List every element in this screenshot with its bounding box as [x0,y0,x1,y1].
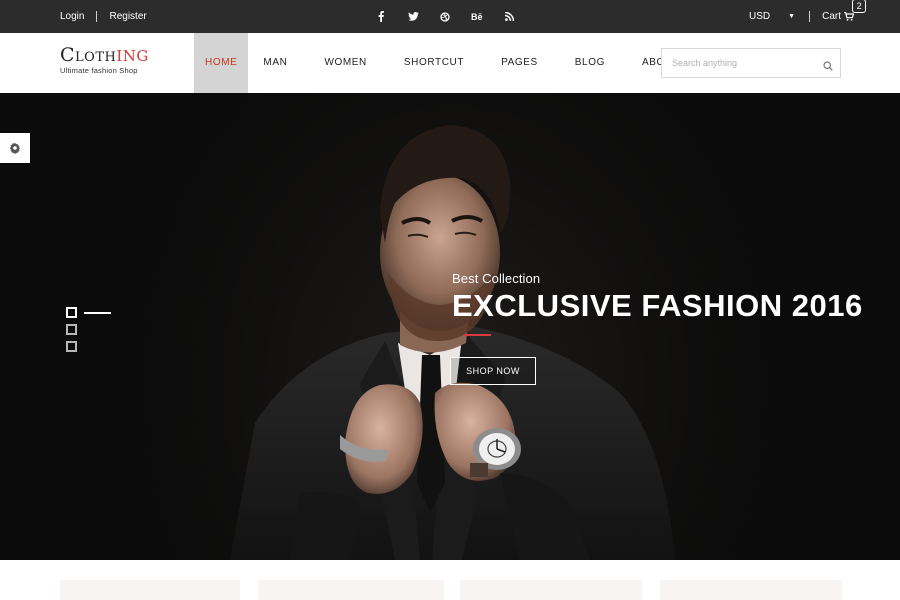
svg-text:Bē: Bē [471,12,483,21]
hero-subtitle: Best Collection [452,271,541,286]
slider-dot-3[interactable] [66,341,77,352]
logo-accent: ing [116,47,149,65]
topbar-right: USD ▼ Cart 2 [749,0,867,33]
slider-dot-row [66,321,111,338]
social-links: Bē [374,0,534,33]
nav-item-blog[interactable]: BLOG [564,33,616,93]
feature-card [258,580,444,600]
search-input[interactable] [662,49,807,77]
search-box [661,48,841,78]
rss-icon[interactable] [502,10,516,24]
logo-tagline: Ultimate fashion Shop [60,66,138,75]
register-link[interactable]: Register [109,11,146,22]
hero-slider: Best Collection EXCLUSIVE FASHION 2016 S… [0,93,900,560]
twitter-icon[interactable] [406,10,420,24]
nav-item-pages[interactable]: PAGES [490,33,549,93]
hero-headline: EXCLUSIVE FASHION 2016 [452,288,863,323]
main-nav: HOME MAN WOMEN SHORTCUT PAGES BLOG ABOUT [194,33,705,93]
cart-count-badge: 2 [852,0,867,13]
featured-section [0,560,900,600]
auth-links: Login Register [60,0,147,33]
separator [809,11,811,22]
chevron-down-icon: ▼ [788,13,796,20]
cart-icon [844,12,854,21]
feature-card [60,580,240,600]
gear-icon [9,142,21,154]
feature-card [460,580,642,600]
feature-card [660,580,842,600]
slider-dot-2[interactable] [66,324,77,335]
shop-now-button[interactable]: SHOP NOW [450,357,536,385]
currency-select[interactable]: USD ▼ [749,11,795,22]
behance-icon[interactable]: Bē [470,10,484,24]
dribbble-icon[interactable] [438,10,452,24]
logo-brand: Clothing [60,44,149,67]
nav-item-shortcut[interactable]: SHORTCUT [393,33,475,93]
nav-item-home[interactable]: HOME [194,33,249,93]
slider-pagination [66,304,111,355]
slider-dot-1[interactable] [66,307,77,318]
top-bar: Login Register Bē USD ▼ Cart 2 [0,0,900,33]
cart-button[interactable]: Cart 2 [822,0,867,22]
nav-item-man[interactable]: MAN [252,33,298,93]
active-dot-indicator [84,311,111,314]
slider-dot-row [66,304,111,321]
separator [96,11,98,22]
logo[interactable]: Clothing Ultimate fashion Shop [60,44,149,75]
logo-text: Cloth [60,44,117,66]
settings-toggle-button[interactable] [0,133,30,163]
cart-label: Cart [822,11,841,22]
login-link[interactable]: Login [60,11,84,22]
currency-value: USD [749,11,771,22]
hero-model-image [230,125,675,560]
facebook-icon[interactable] [374,10,388,24]
nav-item-women[interactable]: WOMEN [313,33,377,93]
main-header: Clothing Ultimate fashion Shop HOME MAN … [0,33,900,93]
hero-divider [464,334,491,336]
search-icon[interactable] [823,58,833,76]
slider-dot-row [66,338,111,355]
